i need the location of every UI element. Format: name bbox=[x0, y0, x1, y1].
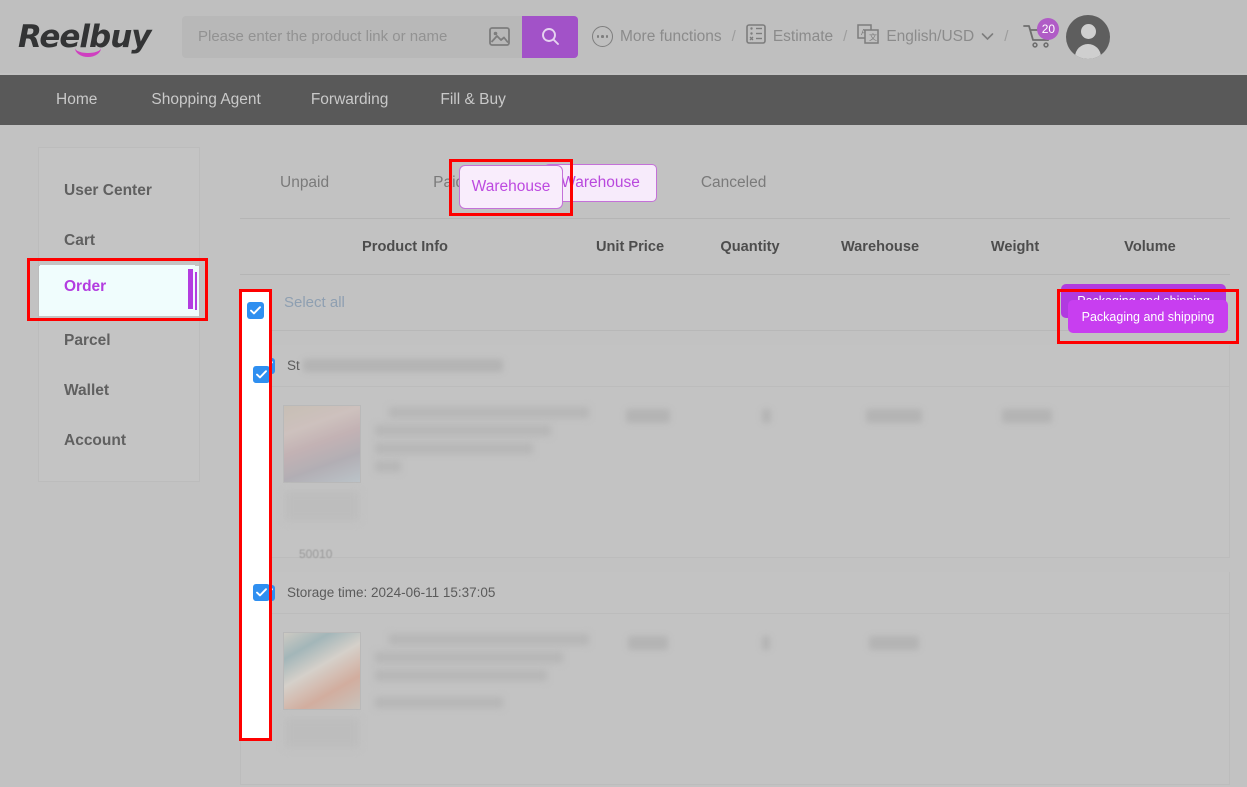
highlight-packaging-and-shipping-button[interactable]: Packaging and shipping bbox=[1068, 300, 1228, 333]
more-functions-icon bbox=[592, 26, 613, 47]
language-currency-label: English/USD bbox=[886, 27, 975, 45]
order-group-header: St bbox=[241, 345, 1229, 387]
main-content: Unpaid Paid Warehouse Canceled Product I… bbox=[240, 147, 1230, 785]
brand-logo[interactable]: Reelbuy bbox=[18, 14, 168, 60]
search-icon bbox=[541, 28, 559, 45]
nav-item-shopping-agent[interactable]: Shopping Agent bbox=[151, 91, 260, 109]
header-separator-3: / bbox=[1004, 28, 1009, 45]
redacted-line bbox=[375, 670, 547, 681]
redacted-line bbox=[375, 443, 533, 454]
sidebar-item-user-center[interactable]: User Center bbox=[39, 166, 199, 216]
tab-unpaid[interactable]: Unpaid bbox=[264, 165, 345, 201]
cart-button[interactable]: 20 bbox=[1022, 17, 1060, 52]
cell-volume bbox=[1091, 405, 1229, 535]
header-separator-2: / bbox=[843, 28, 848, 45]
main-navigation: Home Shopping Agent Forwarding Fill & Bu… bbox=[0, 75, 1247, 125]
order-group: St 50010 bbox=[240, 345, 1230, 561]
highlight-checkbox-column bbox=[242, 292, 269, 738]
chevron-down-icon bbox=[981, 28, 994, 46]
cell-quantity bbox=[707, 632, 825, 762]
sidebar: User Center Cart Order Parcel Wallet Acc… bbox=[38, 147, 200, 482]
nav-item-forwarding[interactable]: Forwarding bbox=[311, 91, 389, 109]
header-actions: More functions / Estimate / A 文 English/… bbox=[592, 14, 1128, 59]
column-header-quantity: Quantity bbox=[720, 238, 780, 255]
redacted-line bbox=[389, 407, 589, 418]
estimate-button[interactable]: Estimate bbox=[746, 24, 833, 49]
column-header-volume: Volume bbox=[1124, 238, 1176, 255]
more-functions-label: More functions bbox=[620, 27, 722, 45]
nav-item-home[interactable]: Home bbox=[56, 91, 97, 109]
more-functions-button[interactable]: More functions bbox=[592, 26, 722, 47]
nav-item-fill-and-buy[interactable]: Fill & Buy bbox=[440, 91, 505, 109]
cell-weight bbox=[963, 405, 1091, 535]
translate-icon: A 文 bbox=[857, 24, 880, 49]
product-thumbnail[interactable] bbox=[283, 632, 361, 710]
order-item-row: 50010 bbox=[241, 387, 1229, 561]
estimate-label: Estimate bbox=[772, 27, 834, 45]
order-group: Storage time: 2024-06-11 15:37:05 bbox=[240, 572, 1230, 785]
table-header-row: Product Info Unit Price Quantity Warehou… bbox=[240, 219, 1230, 275]
column-header-weight: Weight bbox=[990, 238, 1040, 255]
select-all-label: Select all bbox=[284, 294, 345, 311]
cell-volume bbox=[1091, 632, 1229, 762]
header-separator: / bbox=[731, 28, 736, 45]
redacted-line bbox=[375, 425, 551, 436]
sidebar-item-cart[interactable]: Cart bbox=[39, 216, 199, 266]
order-storage-time: St bbox=[287, 358, 300, 373]
order-1-checkbox-highlighted[interactable] bbox=[253, 366, 270, 383]
redacted-order-title bbox=[302, 359, 503, 372]
cell-weight bbox=[963, 632, 1091, 762]
cell-unit-price bbox=[589, 632, 707, 762]
order-storage-time: Storage time: 2024-06-11 15:37:05 bbox=[287, 585, 496, 600]
redacted-line bbox=[389, 634, 589, 645]
product-info-text bbox=[375, 632, 589, 762]
order-2-checkbox-highlighted[interactable] bbox=[253, 584, 270, 601]
search-bar bbox=[182, 15, 578, 58]
cell-warehouse bbox=[825, 405, 963, 535]
product-thumbnail[interactable] bbox=[283, 405, 361, 483]
search-submit-button[interactable] bbox=[522, 15, 578, 58]
column-header-unit-price: Unit Price bbox=[595, 238, 665, 255]
order-group-header: Storage time: 2024-06-11 15:37:05 bbox=[241, 572, 1229, 614]
column-header-warehouse: Warehouse bbox=[840, 238, 920, 255]
language-currency-selector[interactable]: A 文 English/USD bbox=[857, 24, 994, 49]
redacted-line bbox=[375, 652, 563, 663]
select-all-checkbox-highlighted[interactable] bbox=[247, 302, 264, 319]
tab-canceled[interactable]: Canceled bbox=[685, 165, 783, 201]
product-info-text bbox=[375, 405, 589, 535]
cart-count-badge: 20 bbox=[1037, 17, 1060, 40]
page-body: User Center Cart Order Parcel Wallet Acc… bbox=[0, 125, 1247, 787]
highlight-tab-warehouse[interactable]: Warehouse bbox=[459, 165, 563, 209]
brand-smile-icon bbox=[75, 48, 101, 57]
sidebar-item-order-label: Order bbox=[64, 278, 107, 295]
active-indicator-bar bbox=[188, 269, 193, 309]
avatar[interactable] bbox=[1066, 14, 1111, 59]
order-status-tabs: Unpaid Paid Warehouse Canceled bbox=[240, 147, 1230, 219]
highlight-sidebar-item-order[interactable]: Order bbox=[40, 265, 195, 313]
redacted-line bbox=[375, 461, 401, 472]
estimate-icon bbox=[746, 24, 766, 49]
sidebar-item-parcel[interactable]: Parcel bbox=[39, 316, 199, 366]
product-code: 50010 bbox=[299, 547, 333, 561]
redacted-product-badge bbox=[285, 718, 359, 748]
image-search-icon[interactable] bbox=[488, 27, 510, 47]
column-header-product-info: Product Info bbox=[362, 238, 448, 255]
svg-text:文: 文 bbox=[869, 32, 877, 42]
site-header: Reelbuy Please enter the product link or… bbox=[0, 0, 1247, 73]
redacted-product-badge bbox=[285, 491, 359, 521]
cell-warehouse bbox=[825, 632, 963, 762]
sidebar-item-account[interactable]: Account bbox=[39, 416, 199, 466]
cell-quantity bbox=[707, 405, 825, 535]
search-input[interactable] bbox=[182, 27, 488, 46]
order-item-row bbox=[241, 614, 1229, 784]
redacted-line bbox=[375, 697, 503, 708]
app-root: Reelbuy Please enter the product link or… bbox=[0, 0, 1247, 787]
sidebar-item-wallet[interactable]: Wallet bbox=[39, 366, 199, 416]
cell-unit-price bbox=[589, 405, 707, 535]
